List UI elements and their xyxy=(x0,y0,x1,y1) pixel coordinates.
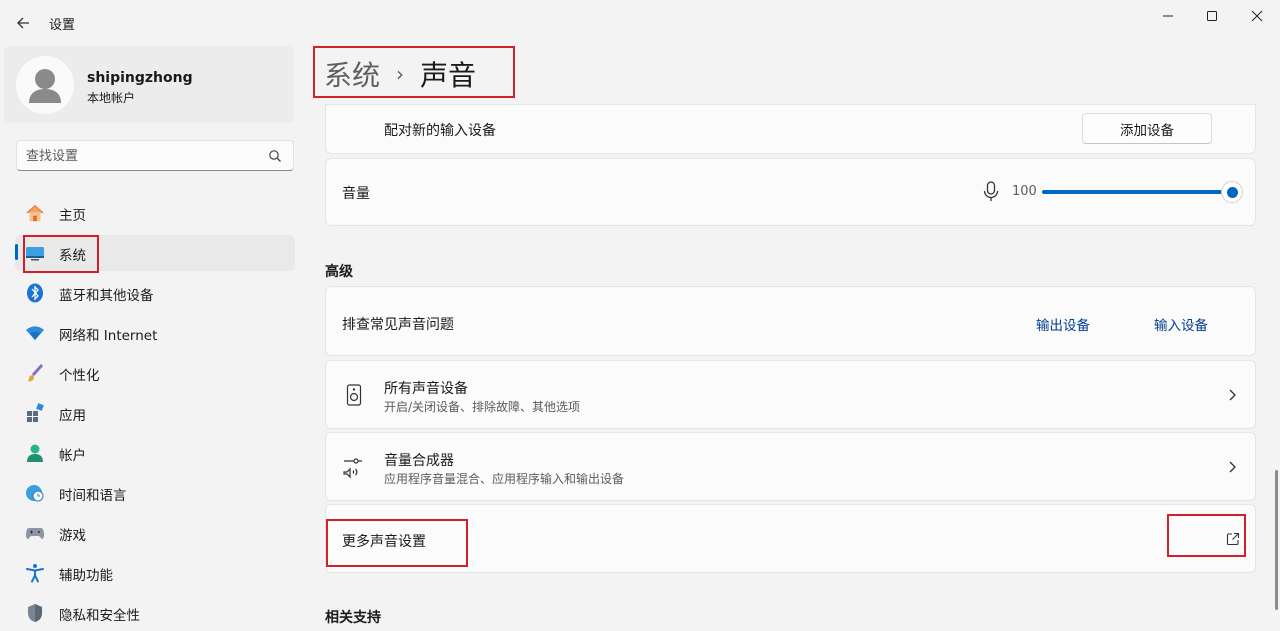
pair-input-label: 配对新的输入设备 xyxy=(384,123,496,139)
troubleshoot-row: 排查常见声音问题 输出设备 输入设备 xyxy=(325,286,1256,356)
highlight-box-more-settings xyxy=(326,519,468,567)
highlight-box-system xyxy=(23,235,99,273)
nav-item-time-language[interactable]: 时间和语言 xyxy=(15,475,295,511)
user-name: shipingzhong xyxy=(87,70,193,86)
close-button[interactable] xyxy=(1234,4,1280,28)
pair-input-device-row: 配对新的输入设备 添加设备 xyxy=(325,104,1256,154)
volume-slider-track[interactable] xyxy=(1042,190,1232,194)
volume-mixer-title: 音量合成器 xyxy=(384,453,454,469)
wifi-icon xyxy=(25,323,45,343)
all-sound-devices-subtitle: 开启/关闭设备、排除故障、其他选项 xyxy=(384,400,581,414)
volume-mixer-row[interactable]: 音量合成器 应用程序音量混合、应用程序输入和输出设备 xyxy=(325,432,1256,501)
volume-slider-thumb[interactable] xyxy=(1221,181,1243,203)
minimize-icon xyxy=(1163,15,1173,17)
chevron-right-icon xyxy=(1229,389,1236,401)
user-avatar-icon xyxy=(29,69,61,103)
search-icon[interactable] xyxy=(268,149,282,163)
accessibility-icon xyxy=(25,563,45,583)
troubleshoot-input-link[interactable]: 输入设备 xyxy=(1154,314,1208,334)
nav-item-accessibility[interactable]: 辅助功能 xyxy=(15,555,295,591)
scrollbar[interactable] xyxy=(1275,470,1278,610)
nav-item-gaming[interactable]: 游戏 xyxy=(15,515,295,551)
apps-icon xyxy=(25,403,45,423)
volume-label: 音量 xyxy=(342,186,370,202)
title-bar xyxy=(0,0,1280,44)
nav-item-accounts[interactable]: 帐户 xyxy=(15,435,295,471)
maximize-button[interactable] xyxy=(1189,4,1235,28)
search-input[interactable] xyxy=(26,147,256,165)
nav-item-apps[interactable]: 应用 xyxy=(15,395,295,431)
chevron-right-icon xyxy=(1229,461,1236,473)
volume-mixer-subtitle: 应用程序音量混合、应用程序输入和输出设备 xyxy=(384,472,625,486)
microphone-icon[interactable] xyxy=(982,181,1000,203)
back-button[interactable] xyxy=(10,10,36,36)
search-box[interactable] xyxy=(16,140,294,171)
home-icon xyxy=(25,203,45,223)
account-type: 本地帐户 xyxy=(87,91,136,105)
minimize-button[interactable] xyxy=(1145,4,1191,28)
nav-active-indicator xyxy=(15,244,18,260)
shield-icon xyxy=(25,603,45,623)
section-title-advanced: 高级 xyxy=(325,264,353,280)
nav-item-personalization[interactable]: 个性化 xyxy=(15,355,295,391)
app-title: 设置 xyxy=(49,18,76,33)
close-icon xyxy=(1251,10,1263,22)
troubleshoot-label: 排查常见声音问题 xyxy=(342,317,454,333)
all-sound-devices-title: 所有声音设备 xyxy=(384,381,468,397)
speaker-icon xyxy=(346,384,362,406)
nav-item-bluetooth[interactable]: 蓝牙和其他设备 xyxy=(15,275,295,311)
avatar[interactable] xyxy=(16,56,74,114)
section-title-related-support: 相关支持 xyxy=(325,610,381,626)
maximize-icon xyxy=(1207,11,1217,21)
nav-item-home[interactable]: 主页 xyxy=(15,195,295,231)
back-arrow-icon xyxy=(17,17,29,29)
highlight-box-breadcrumb xyxy=(313,46,515,98)
troubleshoot-output-link[interactable]: 输出设备 xyxy=(1036,314,1090,334)
brush-icon xyxy=(25,363,45,383)
gamepad-icon xyxy=(25,523,45,543)
mixer-icon xyxy=(343,458,362,479)
nav-item-network[interactable]: 网络和 Internet xyxy=(15,315,295,351)
nav-item-privacy[interactable]: 隐私和安全性 xyxy=(15,595,295,631)
volume-value: 100 xyxy=(1012,184,1037,199)
add-device-button[interactable]: 添加设备 xyxy=(1082,113,1212,144)
account-icon xyxy=(25,443,45,463)
bluetooth-icon xyxy=(25,283,45,303)
all-sound-devices-row[interactable]: 所有声音设备 开启/关闭设备、排除故障、其他选项 xyxy=(325,360,1256,429)
clock-globe-icon xyxy=(25,483,45,503)
highlight-box-external-link xyxy=(1167,514,1246,557)
